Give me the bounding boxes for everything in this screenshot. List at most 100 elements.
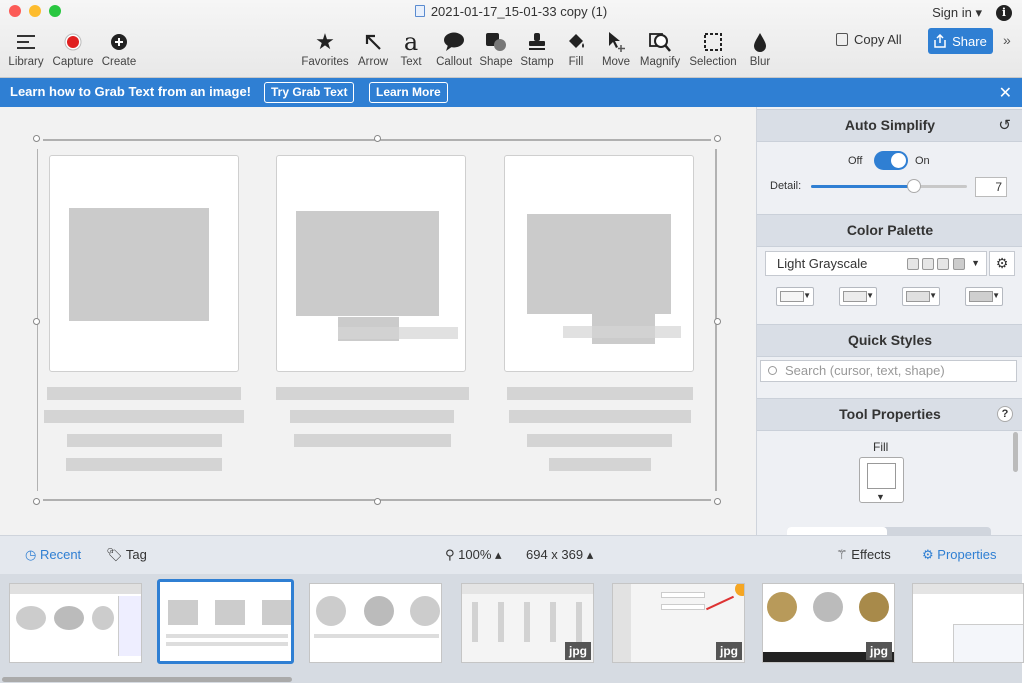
resize-handle[interactable] <box>714 318 721 325</box>
app-window: 2021-01-17_15-01-33 copy (1) Sign in ▾ i… <box>0 0 1024 683</box>
resize-handle[interactable] <box>374 498 381 505</box>
more-tools-chevron-icon[interactable]: » <box>1003 32 1011 48</box>
library-thumbnail[interactable] <box>309 583 442 663</box>
on-label: On <box>915 155 930 167</box>
color-picker-button[interactable]: ▼ <box>839 287 877 306</box>
magnify-label: Magnify <box>639 56 681 68</box>
color-swatch <box>843 291 867 302</box>
magnify-tool[interactable]: Magnify <box>638 28 682 68</box>
tray-scrollbar[interactable] <box>2 677 292 682</box>
thumb-preview <box>813 592 843 622</box>
fill-tool[interactable]: Fill <box>562 28 590 68</box>
reset-icon[interactable]: ↺ <box>998 110 1011 141</box>
thumb-preview <box>314 634 439 638</box>
text-tool[interactable]: a Text <box>396 28 426 68</box>
blur-tool[interactable]: Blur <box>744 28 776 68</box>
selection-tool[interactable]: Selection <box>686 28 740 68</box>
jpg-badge: jpg <box>866 642 892 660</box>
info-icon[interactable]: i <box>996 5 1012 21</box>
color-picker-button[interactable]: ▼ <box>902 287 940 306</box>
color-palette-header: Color Palette <box>757 214 1022 247</box>
effects-label: Effects <box>851 547 891 562</box>
callout-tool[interactable]: Callout <box>432 28 476 68</box>
effects-button[interactable]: ⚚ Effects <box>836 547 891 563</box>
favorites-tool[interactable]: ★ Favorites <box>300 28 350 68</box>
create-button[interactable]: Create <box>99 28 139 68</box>
resize-handle[interactable] <box>33 498 40 505</box>
editor-canvas[interactable] <box>0 107 756 535</box>
detail-value-field[interactable]: 7 <box>975 177 1007 197</box>
image-placeholder <box>69 208 209 321</box>
resize-handle[interactable] <box>374 135 381 142</box>
off-label: Off <box>848 155 863 167</box>
library-thumbnail[interactable] <box>9 583 142 663</box>
try-grab-text-button[interactable]: Try Grab Text <box>264 82 355 103</box>
window-title-text: 2021-01-17_15-01-33 copy (1) <box>430 4 608 19</box>
thumb-preview <box>166 642 288 646</box>
thumb-preview <box>613 584 631 662</box>
shape-tool[interactable]: Shape <box>478 28 514 68</box>
color-swatch <box>969 291 993 302</box>
tool-properties-header: Tool Properties <box>757 398 1022 431</box>
blur-label: Blur <box>749 56 771 68</box>
palette-swatch <box>937 258 949 270</box>
panel-scrollbar[interactable] <box>1013 432 1018 472</box>
resize-handle[interactable] <box>33 135 40 142</box>
favorites-label: Favorites <box>301 56 349 68</box>
color-picker-button[interactable]: ▼ <box>776 287 814 306</box>
thumb-preview <box>705 595 735 611</box>
detail-slider-knob[interactable] <box>906 179 921 193</box>
create-label: Create <box>101 56 137 68</box>
text-placeholder <box>290 410 454 423</box>
stamp-tool[interactable]: Stamp <box>518 28 556 68</box>
library-thumbnail[interactable]: jpg <box>762 583 895 663</box>
tag-button[interactable]: 🏷 Tag <box>106 547 147 563</box>
resize-handle[interactable] <box>33 318 40 325</box>
copy-all-button[interactable]: Copy All <box>836 32 902 47</box>
recent-button[interactable]: ◷ Recent <box>25 547 81 563</box>
thumb-preview <box>262 600 291 625</box>
palette-swatch <box>922 258 934 270</box>
sign-in-menu[interactable]: Sign in ▾ <box>932 5 982 21</box>
library-thumbnail[interactable] <box>912 583 1024 663</box>
properties-button[interactable]: ⚙ Properties <box>922 547 997 563</box>
zoom-menu[interactable]: ⚲ 100% ▴ <box>445 547 502 563</box>
fill-color-picker[interactable]: ▼ <box>859 457 904 503</box>
chevron-down-icon: ▼ <box>876 492 885 502</box>
text-placeholder <box>66 458 222 471</box>
plus-circle-icon <box>99 28 139 56</box>
tag-icon: 🏷 <box>106 547 123 562</box>
text-placeholder <box>67 434 222 447</box>
copy-all-label: Copy All <box>854 32 902 47</box>
library-button[interactable]: Library <box>6 28 46 68</box>
library-thumbnail[interactable]: jpg <box>612 583 745 663</box>
chevron-down-icon: ▼ <box>992 291 1000 300</box>
move-tool[interactable]: Move <box>598 28 634 68</box>
resize-handle[interactable] <box>714 135 721 142</box>
image-placeholder <box>563 326 681 338</box>
search-icon <box>768 366 777 375</box>
chevron-down-icon: ▼ <box>803 291 811 300</box>
gear-icon[interactable]: ⚙ <box>989 251 1015 276</box>
capture-button[interactable]: Capture <box>50 28 96 68</box>
learn-more-button[interactable]: Learn More <box>369 82 448 103</box>
window-title: 2021-01-17_15-01-33 copy (1) <box>0 4 1022 19</box>
library-thumbnail[interactable]: jpg <box>461 583 594 663</box>
move-cursor-icon <box>598 28 634 56</box>
library-label: Library <box>8 56 44 68</box>
auto-simplify-toggle[interactable] <box>874 151 908 170</box>
image-size-menu[interactable]: 694 x 369 ▴ <box>526 547 593 563</box>
resize-handle[interactable] <box>714 498 721 505</box>
help-icon[interactable]: ? <box>997 406 1013 422</box>
thumb-preview <box>54 606 84 630</box>
color-picker-button[interactable]: ▼ <box>965 287 1003 306</box>
arrow-tool[interactable]: Arrow <box>354 28 392 68</box>
detail-slider[interactable] <box>811 179 967 193</box>
palette-swatch <box>953 258 965 270</box>
arrow-icon <box>354 28 392 56</box>
quick-styles-search-input[interactable]: Search (cursor, text, shape) <box>760 360 1017 382</box>
share-button[interactable]: Share <box>928 28 993 54</box>
close-banner-icon[interactable]: ✕ <box>999 83 1012 103</box>
library-thumbnail-selected[interactable] <box>157 579 294 664</box>
thumb-preview <box>364 596 394 626</box>
